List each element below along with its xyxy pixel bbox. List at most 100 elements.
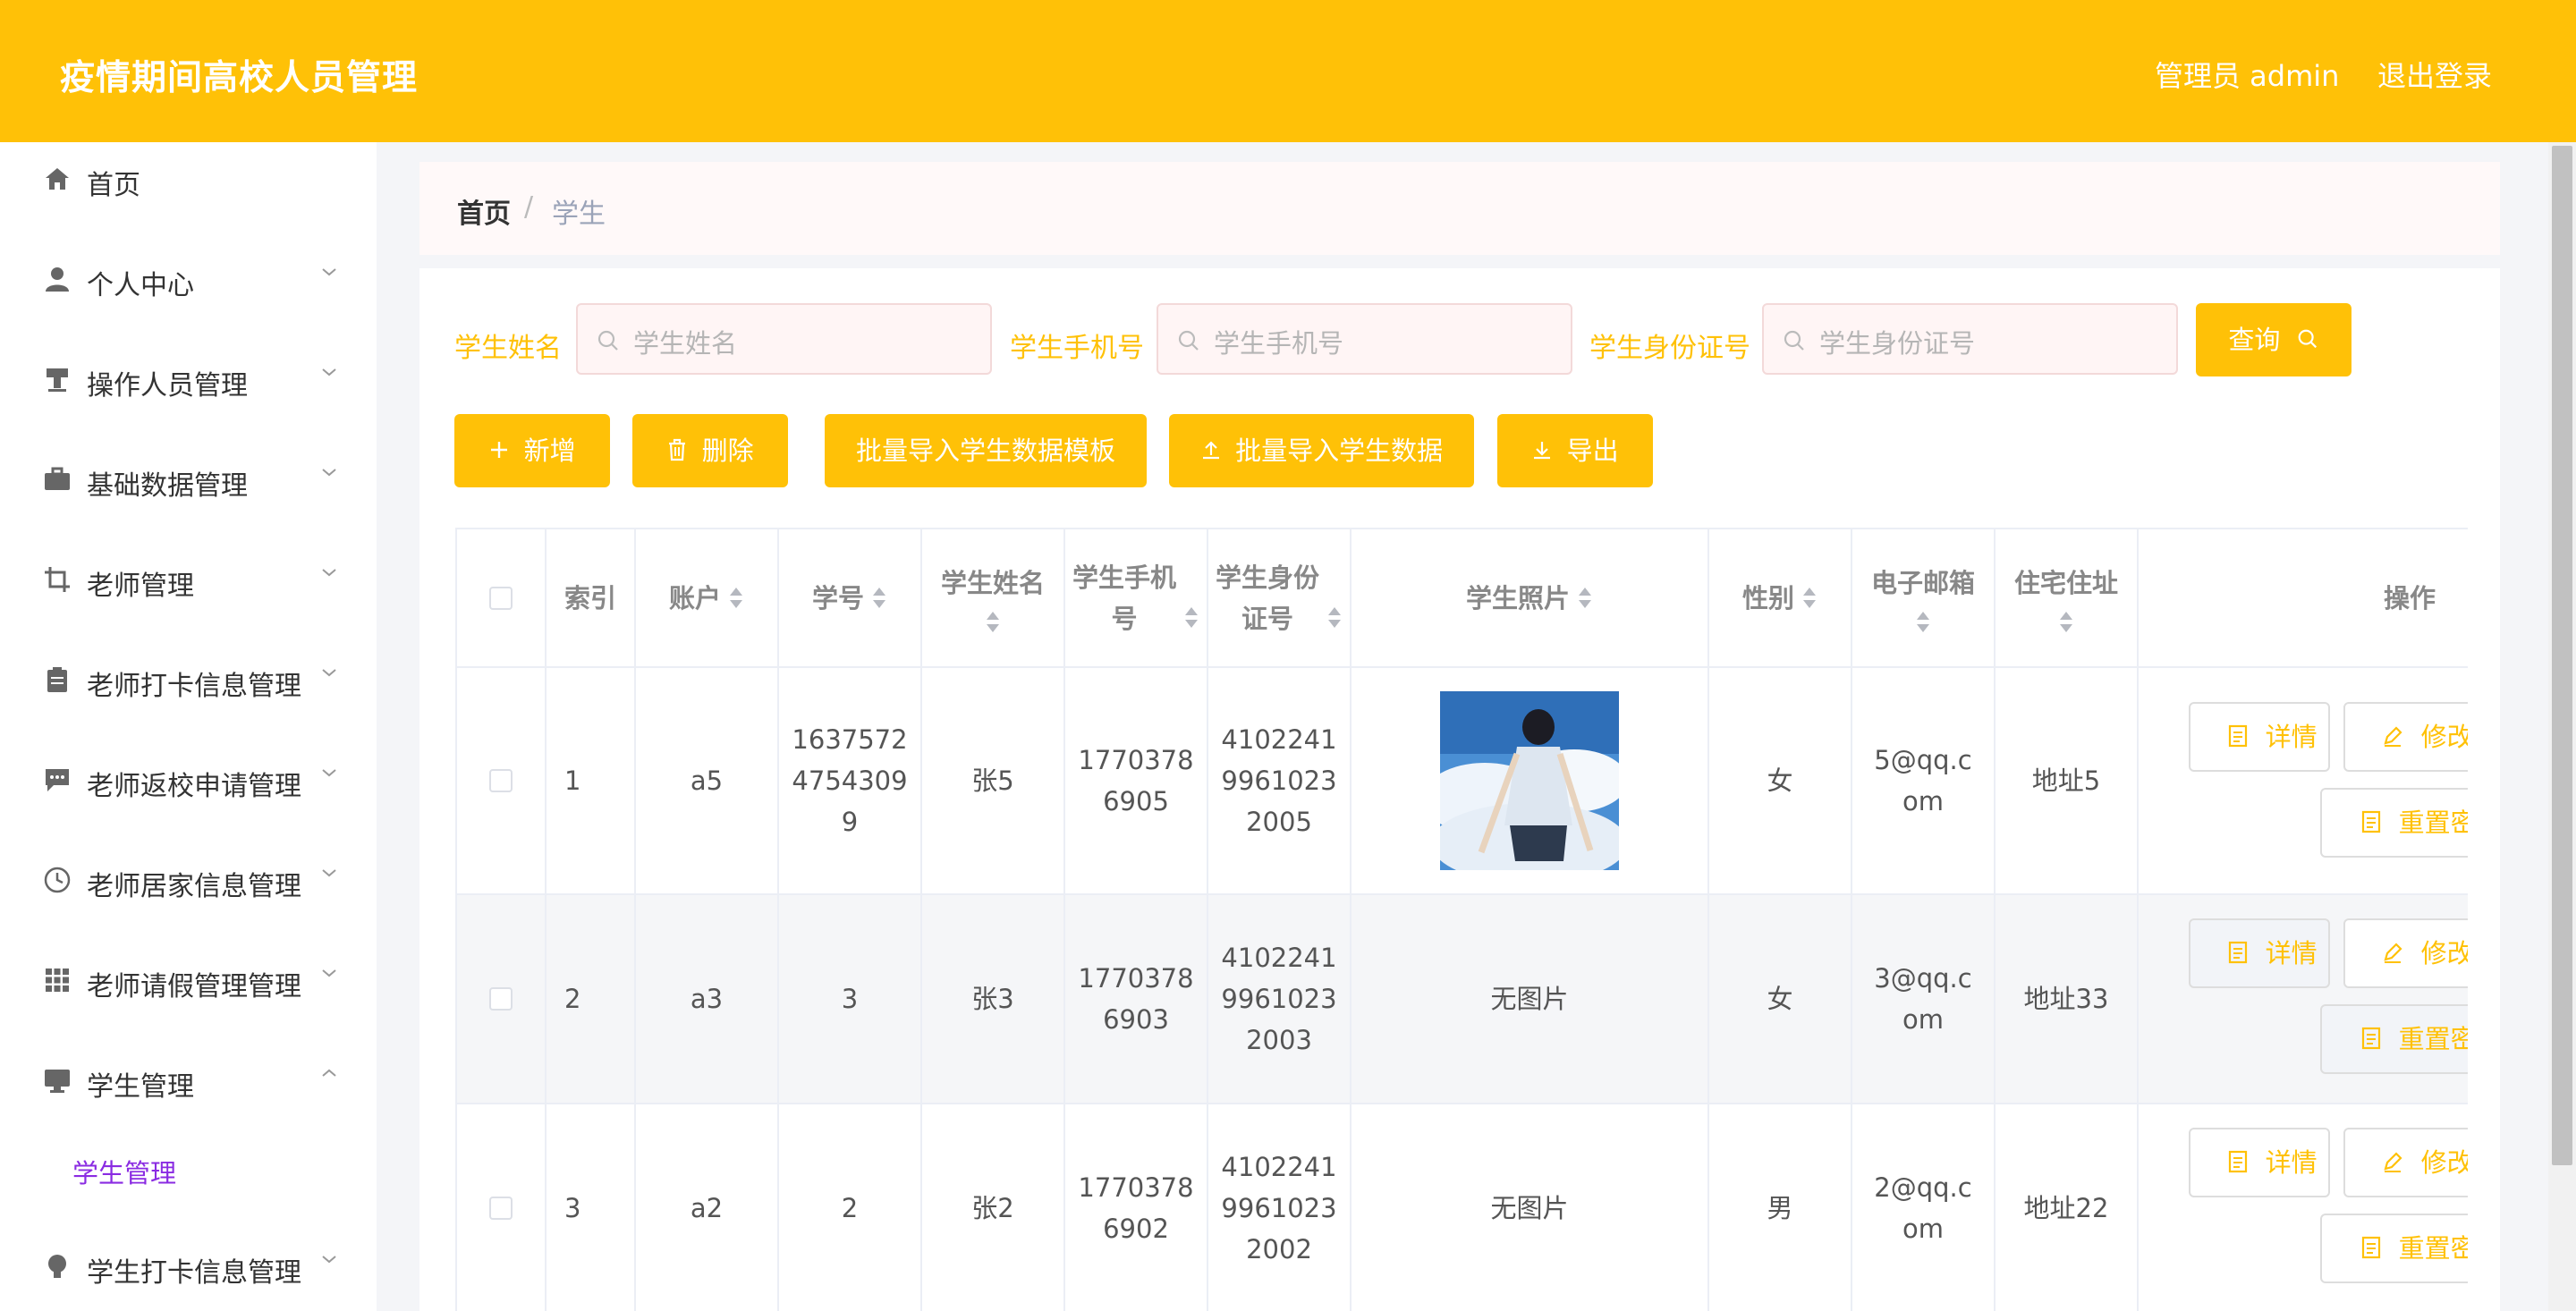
app-title: 疫情期间高校人员管理 [60,58,419,98]
edit-button[interactable]: 修改 [2343,702,2468,772]
sort-icon[interactable] [1577,587,1593,610]
cell-actions: 详情 修改 重置密码 [2139,668,2468,893]
cell-student-name: 张2 [922,1104,1065,1311]
student-photo-image[interactable] [1440,691,1619,870]
header-gender[interactable]: 性别 [1709,529,1852,666]
export-button[interactable]: 导出 [1497,414,1653,487]
cell-student-no: 2 [779,1104,922,1311]
header-student-photo[interactable]: 学生照片 [1352,529,1709,666]
batch-import-button[interactable]: 批量导入学生数据 [1169,414,1474,487]
detail-button[interactable]: 详情 [2189,702,2330,772]
reset-password-button[interactable]: 重置密码 [2320,788,2468,858]
sidebar-item-label: 学生打卡信息管理 [87,1257,301,1289]
cell-account: a3 [636,895,779,1103]
row-checkbox[interactable] [489,769,513,792]
cell-student-phone: 1770378 6903 [1065,895,1208,1103]
cell-student-no: 3 [779,895,922,1103]
student-name-input[interactable]: 学生姓名 [576,303,992,375]
user-icon [46,267,69,292]
chevron-down-icon [322,769,336,777]
add-button[interactable]: 新增 [454,414,610,487]
table-row: 3 a2 2 张2 1770378 6902 4102241 9961023 2… [457,1104,2468,1311]
cell-student-idcard: 4102241 9961023 2002 [1208,1104,1352,1311]
header-student-no[interactable]: 学号 [779,529,922,666]
sidebar-item-students[interactable]: 学生管理 [0,1045,377,1120]
sort-icon[interactable] [2058,611,2074,634]
sidebar-item-teachers[interactable]: 老师管理 [0,544,377,619]
sidebar-item-basic-data[interactable]: 基础数据管理 [0,444,377,519]
sidebar-item-teacher-leave[interactable]: 老师请假管理管理 [0,944,377,1019]
sort-icon[interactable] [1915,611,1931,634]
sort-icon[interactable] [728,587,744,610]
student-phone-input[interactable]: 学生手机号 [1157,303,1572,375]
header-actions-label: 操作 [2383,582,2436,613]
header-email-label: 电子邮箱 [1870,567,1975,598]
header-address[interactable]: 住宅住址 [1996,529,2139,666]
header-account[interactable]: 账户 [636,529,779,666]
students-table: 索引 账户 学号 学生姓名 学生手机 号 学生身份 证号 学生照片 性别 电子邮… [455,528,2468,1311]
student-idcard-input[interactable]: 学生身份证号 [1762,303,2178,375]
page-scrollbar-thumb[interactable] [2552,146,2572,1165]
header-student-idcard-label: 学生身份 证号 [1215,562,1319,634]
select-all-checkbox[interactable] [489,586,513,610]
delete-button[interactable]: 删除 [632,414,788,487]
cell-student-idcard: 4102241 9961023 2003 [1208,895,1352,1103]
row-select-cell [457,1104,547,1311]
sidebar-item-label: 老师返校申请管理 [87,771,301,802]
reset-password-button-label: 重置密码 [2398,808,2468,838]
breadcrumb-home[interactable]: 首页 [457,191,511,231]
sidebar-item-student-checkin[interactable]: 学生打卡信息管理 [0,1231,377,1306]
download-icon [1534,442,1551,460]
document-icon [2362,1027,2381,1050]
student-idcard-placeholder: 学生身份证号 [1819,328,1976,359]
cell-index: 3 [547,1104,636,1311]
chevron-down-icon [322,669,336,677]
row-checkbox[interactable] [489,1197,513,1220]
logout-link[interactable]: 退出登录 [2377,54,2492,95]
row-checkbox[interactable] [489,987,513,1011]
breadcrumb [419,162,2500,255]
cell-student-idcard: 4102241 9961023 2005 [1208,668,1352,893]
chevron-down-icon [322,469,336,477]
header-student-name[interactable]: 学生姓名 [922,529,1065,666]
cell-student-phone: 1770378 6905 [1065,668,1208,893]
search-icon [1784,330,1804,351]
sidebar-item-operators[interactable]: 操作人员管理 [0,343,377,419]
sort-icon[interactable] [985,611,1001,634]
header-address-label: 住宅住址 [2013,567,2118,598]
student-phone-label: 学生手机号 [1010,333,1144,364]
student-name-placeholder: 学生姓名 [633,328,738,359]
sort-icon[interactable] [871,587,887,610]
cell-gender: 女 [1709,668,1852,893]
sidebar-item-teacher-home[interactable]: 老师居家信息管理 [0,844,377,919]
sidebar-item-teacher-checkin[interactable]: 老师打卡信息管理 [0,644,377,719]
batch-import-button-label: 批量导入学生数据 [1235,436,1444,466]
header-index: 索引 [547,529,636,666]
header-student-idcard[interactable]: 学生身份 证号 [1208,529,1352,666]
edit-button[interactable]: 修改 [2343,918,2468,988]
submenu-item-student-management[interactable]: 学生管理 [0,1137,377,1208]
edit-button[interactable]: 修改 [2343,1128,2468,1197]
sidebar-item-personal-center[interactable]: 个人中心 [0,243,377,318]
header-student-phone[interactable]: 学生手机 号 [1065,529,1208,666]
search-icon [597,330,618,351]
detail-button[interactable]: 详情 [2189,1128,2330,1197]
sidebar-item-label: 老师居家信息管理 [87,871,301,902]
reset-password-button-label: 重置密码 [2398,1233,2468,1264]
reset-password-button[interactable]: 重置密码 [2320,1004,2468,1074]
sidebar-item-home[interactable]: 首页 [0,143,377,218]
sort-icon[interactable] [1183,606,1199,630]
header-email[interactable]: 电子邮箱 [1852,529,1996,666]
document-icon [2229,1150,2248,1173]
import-template-button[interactable]: 批量导入学生数据模板 [825,414,1147,487]
query-button[interactable]: 查询 [2196,303,2351,376]
reset-password-button[interactable]: 重置密码 [2320,1214,2468,1283]
detail-button[interactable]: 详情 [2189,918,2330,988]
header-select-all-cell [457,529,547,666]
cell-actions: 详情 修改 重置密码 [2139,895,2468,1103]
sidebar-item-teacher-return[interactable]: 老师返校申请管理 [0,744,377,819]
chevron-down-icon [322,368,336,376]
sort-icon[interactable] [1326,606,1343,630]
sort-icon[interactable] [1801,587,1818,610]
plus-icon [491,442,508,458]
